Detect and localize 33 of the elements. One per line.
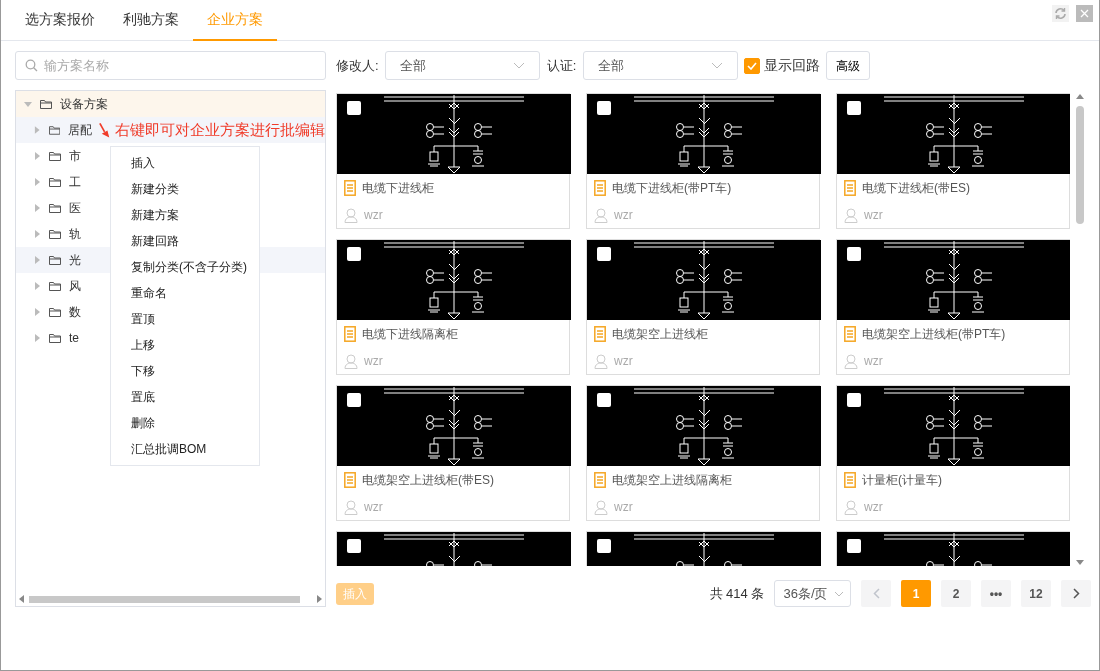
total-count: 共 414 条: [709, 584, 765, 603]
tree-label: 居配: [67, 122, 92, 139]
tree-label: 轨: [69, 226, 81, 243]
tree-label: 工: [69, 174, 81, 191]
card-title: 电缆架空上进线柜: [612, 326, 708, 343]
filter-label: 认证:: [546, 56, 577, 75]
card-title: 计量柜(计量车): [862, 472, 942, 489]
tree-label: 市: [69, 148, 81, 165]
checkbox-label: 显示回路: [763, 56, 820, 75]
tree-label: 医: [69, 200, 81, 217]
tree-label: 光: [69, 252, 81, 269]
tree-label: 风: [69, 278, 81, 295]
author-name: wzr: [364, 499, 383, 516]
author-name: wzr: [364, 207, 383, 224]
author-name: wzr: [364, 353, 383, 370]
author-name: wzr: [614, 207, 633, 224]
tree-label: 数: [69, 304, 81, 321]
tree-label: 设备方案: [60, 96, 108, 113]
card-title: 电缆架空上进线隔离柜: [612, 472, 732, 489]
author-name: wzr: [864, 499, 883, 516]
card-title: 电缆架空上进线柜(带PT车): [862, 326, 1006, 343]
filter-label: 修改人:: [336, 56, 379, 75]
author-name: wzr: [614, 499, 633, 516]
card-title: 电缆下进线隔离柜: [362, 326, 458, 343]
card-title: 电缆下进线柜: [362, 180, 434, 197]
author-name: wzr: [864, 207, 883, 224]
author-name: wzr: [614, 353, 633, 370]
tree-label: te: [69, 330, 79, 347]
card-title: 电缆下进线柜(带PT车): [612, 180, 732, 197]
author-name: wzr: [864, 353, 883, 370]
card-title: 电缆下进线柜(带ES): [862, 180, 970, 197]
annotation-text: 右键即可对企业方案进行批编辑: [115, 119, 325, 140]
card-title: 电缆架空上进线柜(带ES): [362, 472, 494, 489]
